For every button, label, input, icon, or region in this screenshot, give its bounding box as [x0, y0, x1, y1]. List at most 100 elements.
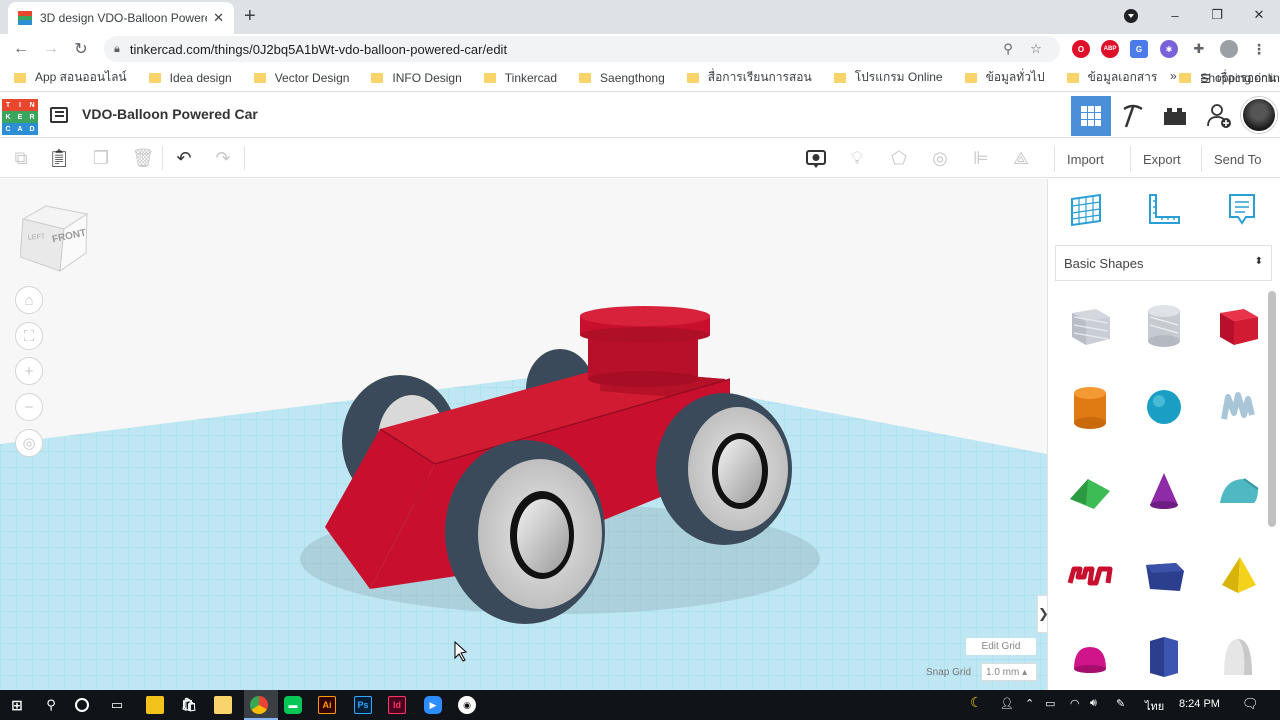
close-window-button[interactable]: ✕: [1238, 7, 1280, 23]
edit-grid-button[interactable]: Edit Grid: [966, 638, 1036, 655]
bookmarks-more-button[interactable]: »: [1170, 69, 1177, 83]
user-avatar[interactable]: [1241, 97, 1277, 133]
adblock-icon[interactable]: ABP: [1101, 40, 1119, 58]
shape-box-hole[interactable]: [1060, 295, 1120, 355]
bookmark-item[interactable]: App สอนออนไลน์: [14, 68, 127, 87]
group-icon[interactable]: ◎: [929, 147, 951, 169]
send-to-button[interactable]: Send To: [1201, 146, 1273, 172]
paste-icon[interactable]: 📋︎: [48, 147, 71, 169]
undo-icon[interactable]: ↶: [173, 147, 195, 169]
design-list-icon[interactable]: [50, 107, 68, 123]
shape-sphere[interactable]: [1134, 377, 1194, 437]
browser-tab[interactable]: 3D design VDO-Balloon Powered ✕: [8, 2, 234, 34]
shape-cylinder-hole[interactable]: [1134, 295, 1194, 355]
bricks-button[interactable]: [1155, 96, 1195, 136]
home-view-icon[interactable]: ⌂: [15, 286, 43, 314]
align-icon[interactable]: ⊫: [970, 147, 992, 169]
volume-icon[interactable]: 🔊︎: [1090, 697, 1097, 710]
snap-grid-select[interactable]: 1.0 mm ▴: [981, 663, 1037, 681]
back-arrow-icon[interactable]: ←: [6, 40, 36, 58]
restore-button[interactable]: ❐: [1196, 7, 1238, 23]
line-app-icon[interactable]: ▬: [284, 696, 302, 714]
minimize-button[interactable]: –: [1154, 8, 1196, 23]
bookmark-star-icon[interactable]: ☆: [1022, 41, 1050, 57]
notes-icon[interactable]: [1224, 191, 1260, 227]
bookmark-item[interactable]: ข้อมูลเอกสาร: [1066, 68, 1157, 87]
add-user-button[interactable]: [1199, 96, 1239, 136]
photoshop-icon[interactable]: Ps: [354, 696, 372, 714]
zoom-out-icon[interactable]: −: [15, 393, 43, 421]
reading-list-button[interactable]: ☰ เรื่องรออ่าน: [1200, 69, 1276, 88]
bookmark-item[interactable]: INFO Design: [371, 71, 462, 85]
camera-view-icon[interactable]: [805, 147, 827, 169]
tinkercad-logo[interactable]: T I N K E R C A D: [2, 99, 38, 135]
chrome-icon[interactable]: [250, 696, 268, 714]
panel-scrollbar[interactable]: [1268, 291, 1276, 527]
import-button[interactable]: Import: [1054, 146, 1116, 172]
moon-icon[interactable]: ☾: [970, 694, 983, 711]
profile-menu-icon[interactable]: [1124, 9, 1138, 23]
show-hidden-icons[interactable]: ⌃: [1025, 697, 1034, 710]
bookmark-item[interactable]: โปรแกรม Online: [833, 68, 943, 87]
bookmark-item[interactable]: Tinkercad: [483, 71, 557, 85]
shape-roof[interactable]: [1060, 461, 1120, 521]
obs-icon[interactable]: ◉: [458, 696, 476, 714]
ruler-icon[interactable]: [1146, 191, 1182, 227]
light-bulb-icon[interactable]: 💡︎: [846, 147, 868, 169]
workplane-icon[interactable]: [1068, 191, 1104, 227]
new-tab-button[interactable]: +: [244, 6, 256, 26]
duplicate-icon[interactable]: ❐: [90, 147, 112, 169]
opera-icon[interactable]: O: [1072, 40, 1090, 58]
gear-extension-icon[interactable]: ✱: [1160, 40, 1178, 58]
export-button[interactable]: Export: [1130, 146, 1193, 172]
shape-text[interactable]: [1060, 545, 1120, 605]
puzzle-icon[interactable]: ✚: [1190, 40, 1208, 58]
bookmark-item[interactable]: Idea design: [148, 71, 232, 85]
battery-icon[interactable]: ▭: [1045, 697, 1055, 710]
reload-icon[interactable]: ↻: [66, 39, 96, 59]
perspective-icon[interactable]: ◎: [15, 429, 43, 457]
3d-view-button[interactable]: [1071, 96, 1111, 136]
wifi-icon[interactable]: ◠: [1070, 697, 1080, 710]
taskbar-clock[interactable]: 8:24 PM: [1179, 698, 1220, 710]
more-menu-icon[interactable]: ⋮: [1250, 40, 1268, 58]
shape-half-sphere[interactable]: [1060, 627, 1120, 687]
zoom-in-icon[interactable]: +: [15, 357, 43, 385]
tab-close-icon[interactable]: ✕: [213, 10, 224, 26]
zoom-icon[interactable]: ⚲: [994, 41, 1022, 57]
bookmark-item[interactable]: Vector Design: [253, 71, 349, 85]
panel-collapse-button[interactable]: ❯: [1037, 595, 1047, 633]
shape-round-roof[interactable]: [1208, 461, 1268, 521]
user-tray-icon[interactable]: 👤︎: [1000, 697, 1014, 710]
pen-icon[interactable]: ✎: [1116, 697, 1125, 710]
shape-note-icon[interactable]: ⬠: [888, 147, 910, 169]
address-bar[interactable]: 🔒︎ tinkercad.com/things/0J2bq5A1bWt-vdo-…: [104, 36, 1060, 62]
notifications-icon[interactable]: 🗨︎: [1242, 696, 1259, 712]
workplane-canvas[interactable]: LEFT FRONT ⌂ ⛶ + − ◎ Edit Grid Snap Grid…: [0, 179, 1047, 691]
user-avatar-icon[interactable]: [1220, 40, 1238, 58]
zoom-app-icon[interactable]: ▶: [424, 696, 442, 714]
delete-icon[interactable]: 🗑︎: [132, 147, 155, 169]
shape-paraboloid[interactable]: [1208, 627, 1268, 687]
shape-scribble[interactable]: [1208, 377, 1268, 437]
shape-library-select[interactable]: Basic Shapes ⬍: [1055, 245, 1272, 281]
shape-cone[interactable]: [1134, 461, 1194, 521]
bookmark-item[interactable]: Saengthong: [579, 71, 665, 85]
copy-icon[interactable]: ⧉: [10, 147, 32, 169]
shape-box[interactable]: [1208, 295, 1268, 355]
illustrator-icon[interactable]: Ai: [318, 696, 336, 714]
bookmark-item[interactable]: ข้อมูลทั่วไป: [964, 68, 1045, 87]
shape-cylinder[interactable]: [1060, 377, 1120, 437]
design-title[interactable]: VDO-Balloon Powered Car: [82, 106, 258, 122]
redo-icon[interactable]: ↷: [212, 147, 234, 169]
mirror-icon[interactable]: ⟁: [1010, 147, 1032, 169]
indesign-icon[interactable]: Id: [388, 696, 406, 714]
bookmark-item[interactable]: สื่อการเรียนการสอน: [686, 68, 812, 87]
forward-arrow-icon[interactable]: →: [36, 40, 66, 58]
fit-view-icon[interactable]: ⛶: [15, 322, 43, 350]
language-indicator[interactable]: ไทย: [1145, 697, 1164, 715]
shape-pyramid[interactable]: [1208, 545, 1268, 605]
shape-hexagonal-prism[interactable]: [1134, 627, 1194, 687]
translate-icon[interactable]: G: [1130, 40, 1148, 58]
blocks-button[interactable]: [1113, 96, 1153, 136]
